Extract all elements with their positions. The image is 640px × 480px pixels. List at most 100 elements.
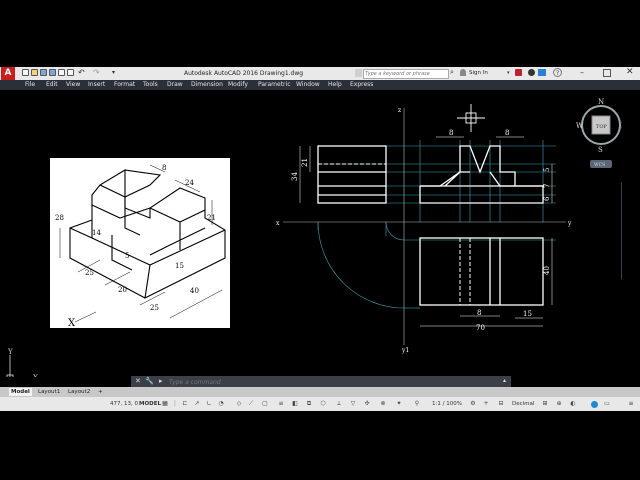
exchange-icon[interactable] — [515, 69, 522, 76]
navigation-bar[interactable] — [621, 182, 622, 280]
command-customize-icon[interactable]: 🔧 — [145, 377, 154, 385]
model-space-button[interactable]: MODEL — [139, 401, 161, 408]
ortho-dim-5: 5 — [543, 168, 551, 172]
save-as-icon[interactable] — [49, 69, 56, 76]
customization-icon[interactable]: ≡ — [628, 401, 634, 407]
new-file-icon[interactable] — [22, 69, 29, 76]
menu-tools[interactable]: Tools — [143, 81, 158, 89]
iso-dim-15: 15 — [175, 262, 184, 270]
viewcube-face-label: TOP — [596, 124, 607, 130]
iso-dim-5: 5 — [125, 252, 129, 260]
grid-icon[interactable]: ▦ — [162, 401, 168, 407]
isodraft-icon[interactable]: ◇ — [236, 401, 242, 407]
command-history-icon[interactable]: ▸ — [159, 377, 163, 385]
app-logo[interactable]: A — [1, 67, 15, 80]
polar-tracking-icon[interactable]: ◔ — [218, 401, 224, 407]
compass-n[interactable]: N — [598, 98, 604, 106]
search-icon[interactable]: ⌕ — [450, 68, 454, 77]
object-snap-tracking-icon[interactable]: ⟋ — [248, 401, 254, 407]
selection-cycling-icon[interactable]: ⧉ — [306, 401, 312, 407]
tab-model[interactable]: Model — [9, 388, 32, 396]
command-recent-icon[interactable]: ▴ — [503, 377, 506, 384]
sign-in-dropdown-icon[interactable]: ▾ — [507, 70, 510, 76]
axis-label-y: y — [567, 220, 572, 227]
dynamic-ucs-icon[interactable]: ⟂ — [336, 401, 342, 407]
menu-parametric[interactable]: Parametric — [258, 81, 291, 89]
ortho-dim-34: 34 — [291, 172, 299, 181]
iso-dim-24: 24 — [185, 179, 194, 187]
close-button[interactable]: ✕ — [626, 67, 634, 77]
gizmo-icon[interactable]: ✣ — [364, 401, 370, 407]
menu-insert[interactable]: Insert — [88, 81, 105, 89]
add-layout-button[interactable]: + — [96, 388, 105, 396]
auto-scale-icon[interactable]: ✦ — [396, 401, 402, 407]
ortho-dim-8-bottom: 8 — [477, 309, 481, 317]
menu-modify[interactable]: Modify — [228, 81, 248, 89]
compass-e[interactable]: E — [621, 122, 622, 130]
layout-tabs: Model Layout1 Layout2 + — [0, 387, 640, 397]
undo-icon[interactable]: ↶ — [78, 68, 85, 77]
menu-view[interactable]: View — [66, 81, 80, 89]
annotation-scale-readout[interactable]: 1:1 / 100% — [432, 401, 462, 408]
menu-file[interactable]: File — [25, 81, 35, 89]
isolate-objects-icon[interactable]: ◐ — [570, 401, 576, 407]
settings-gear-icon[interactable]: ⚙ — [470, 401, 476, 407]
axis-label-y1: y1 — [401, 347, 409, 354]
ortho-dim-15: 15 — [523, 310, 532, 318]
wcs-label: WCS — [594, 162, 605, 168]
sign-in-link[interactable]: Sign In — [469, 70, 488, 76]
ortho-dim-8-right: 8 — [505, 129, 509, 137]
menu-format[interactable]: Format — [114, 81, 135, 89]
annotation-monitor-icon[interactable]: + — [483, 401, 489, 407]
iso-dim-8: 8 — [162, 164, 166, 172]
menu-dimension[interactable]: Dimension — [191, 81, 223, 89]
web-mobile-icon[interactable] — [67, 69, 74, 76]
menu-draw[interactable]: Draw — [167, 81, 183, 89]
viewcube[interactable]: TOP N S W E WCS — [576, 98, 622, 168]
dynamic-input-icon[interactable]: ↗ — [194, 401, 200, 407]
tab-layout1[interactable]: Layout1 — [36, 388, 62, 396]
transparency-icon[interactable]: ◧ — [292, 401, 298, 407]
selection-filter-icon[interactable]: ▽ — [350, 401, 356, 407]
qat-dropdown-icon[interactable]: ▾ — [112, 69, 115, 76]
help-icon[interactable]: ? — [553, 68, 562, 77]
object-snap-icon[interactable]: ▢ — [262, 401, 268, 407]
menu-edit[interactable]: Edit — [46, 81, 58, 89]
redo-icon[interactable]: ↷ — [93, 68, 100, 77]
units-icon[interactable]: ⊟ — [498, 401, 504, 407]
ortho-dim-40: 40 — [543, 266, 551, 275]
stay-connected-icon[interactable] — [528, 69, 535, 76]
infer-constraints-icon[interactable]: ⊏ — [182, 401, 188, 407]
3d-object-snap-icon[interactable]: ⬡ — [320, 401, 326, 407]
a360-icon[interactable] — [538, 69, 546, 76]
command-close-icon[interactable]: ✕ — [135, 377, 141, 385]
plot-icon[interactable] — [58, 69, 65, 76]
menu-express[interactable]: Express — [350, 81, 373, 89]
ortho-dim-70: 70 — [476, 324, 485, 332]
command-input[interactable] — [167, 377, 501, 387]
ortho-icon[interactable]: ∟ — [206, 401, 212, 407]
annotation-visibility-icon[interactable]: ⊗ — [380, 401, 386, 407]
minimize-button[interactable]: – — [580, 68, 584, 77]
tab-layout2[interactable]: Layout2 — [66, 388, 92, 396]
snap-icon[interactable]: ⋮ — [172, 401, 178, 407]
hardware-acceleration-icon[interactable] — [591, 401, 598, 408]
compass-s[interactable]: S — [598, 146, 603, 154]
open-file-icon[interactable] — [31, 69, 38, 76]
user-icon[interactable] — [460, 69, 466, 76]
annotation-scale-icon[interactable]: ⚲ — [414, 401, 420, 407]
ortho-dim-6: 6 — [543, 196, 551, 201]
drawing-canvas[interactable]: 8 24 21 28 14 25 20 15 25 40 5 X z x y y… — [0, 90, 622, 377]
search-toggle-icon[interactable] — [355, 69, 362, 77]
maximize-button[interactable] — [603, 69, 611, 77]
compass-w[interactable]: W — [576, 122, 584, 130]
menu-help[interactable]: Help — [328, 81, 342, 89]
quick-properties-icon[interactable]: ⊞ — [542, 401, 548, 407]
lock-ui-icon[interactable]: ⊕ — [556, 401, 562, 407]
menu-window[interactable]: Window — [296, 81, 320, 89]
search-input[interactable] — [363, 69, 449, 79]
lineweight-icon[interactable]: ≡ — [278, 401, 284, 407]
units-readout[interactable]: Decimal — [512, 401, 534, 408]
clean-screen-icon[interactable]: ▭ — [604, 401, 610, 407]
save-icon[interactable] — [40, 69, 47, 76]
